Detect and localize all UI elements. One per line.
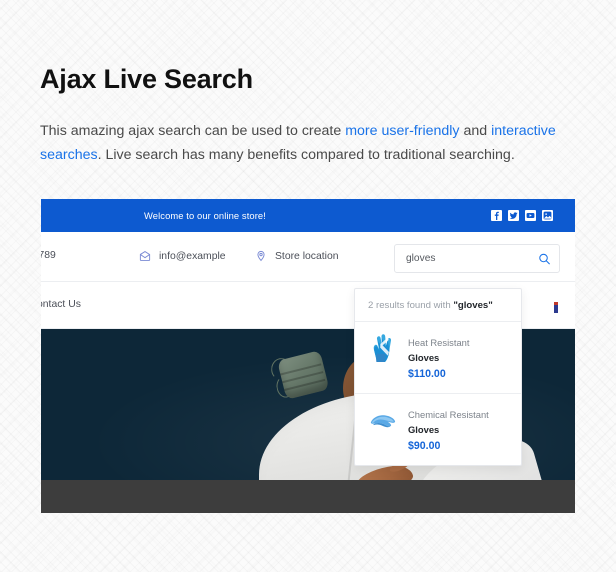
contact-email[interactable]: info@example xyxy=(139,250,226,262)
search-input[interactable] xyxy=(395,245,559,272)
results-count-query: "gloves" xyxy=(453,300,493,311)
contact-location[interactable]: Store location xyxy=(255,250,339,262)
heat-resistant-glove-thumb-icon xyxy=(368,332,398,364)
result-title-line1: Chemical Resistant xyxy=(408,409,489,420)
intro-text-part1: This amazing ajax search can be used to … xyxy=(40,123,346,139)
search-result-item[interactable]: Heat Resistant Gloves $110.00 xyxy=(355,322,521,394)
youtube-icon[interactable] xyxy=(525,210,536,221)
intro-text-part3: . Live search has many benefits compared… xyxy=(97,147,515,163)
search-results-dropdown: 2 results found with "gloves" Heat Resis… xyxy=(354,288,522,466)
facebook-icon[interactable] xyxy=(491,210,502,221)
phone-number: -789 xyxy=(41,250,56,261)
result-price: $110.00 xyxy=(408,368,446,380)
envelope-icon xyxy=(139,250,151,262)
search-result-item[interactable]: Chemical Resistant Gloves $90.00 xyxy=(355,394,521,465)
location-pin-icon xyxy=(255,250,267,262)
twitter-icon[interactable] xyxy=(508,210,519,221)
link-more-user-friendly[interactable]: more user-friendly xyxy=(345,123,459,139)
result-title-line2: Gloves xyxy=(408,424,440,435)
social-links xyxy=(491,210,553,221)
search-box[interactable] xyxy=(394,244,560,273)
search-result-text: Heat Resistant Gloves $110.00 xyxy=(408,332,470,382)
search-result-text: Chemical Resistant Gloves $90.00 xyxy=(408,404,489,454)
mask-body xyxy=(277,350,330,400)
location-label: Store location xyxy=(275,250,339,262)
intro-text-part2: and xyxy=(459,123,492,139)
chemical-resistant-glove-thumb-icon xyxy=(368,404,398,436)
cart-icon[interactable] xyxy=(554,302,558,313)
search-widget xyxy=(394,244,560,273)
result-title-line1: Heat Resistant xyxy=(408,337,470,348)
search-icon[interactable] xyxy=(538,252,551,265)
result-title-line2: Gloves xyxy=(408,352,440,363)
result-price: $90.00 xyxy=(408,440,441,452)
store-topbar: Welcome to our online store! xyxy=(41,199,575,232)
results-count-prefix: 2 results found with xyxy=(368,300,454,311)
contact-strip: -789 info@example Store location xyxy=(41,232,575,282)
results-count-label: 2 results found with "gloves" xyxy=(355,289,521,322)
welcome-message: Welcome to our online store! xyxy=(144,210,266,221)
email-address: info@example xyxy=(159,250,226,262)
contact-phone[interactable]: -789 xyxy=(41,250,56,261)
mockup-footer xyxy=(41,480,575,513)
nav-item-contact-us[interactable]: ontact Us xyxy=(41,299,81,310)
instagram-icon[interactable] xyxy=(542,210,553,221)
intro-paragraph: This amazing ajax search can be used to … xyxy=(40,119,568,167)
page-title: Ajax Live Search xyxy=(40,64,253,94)
